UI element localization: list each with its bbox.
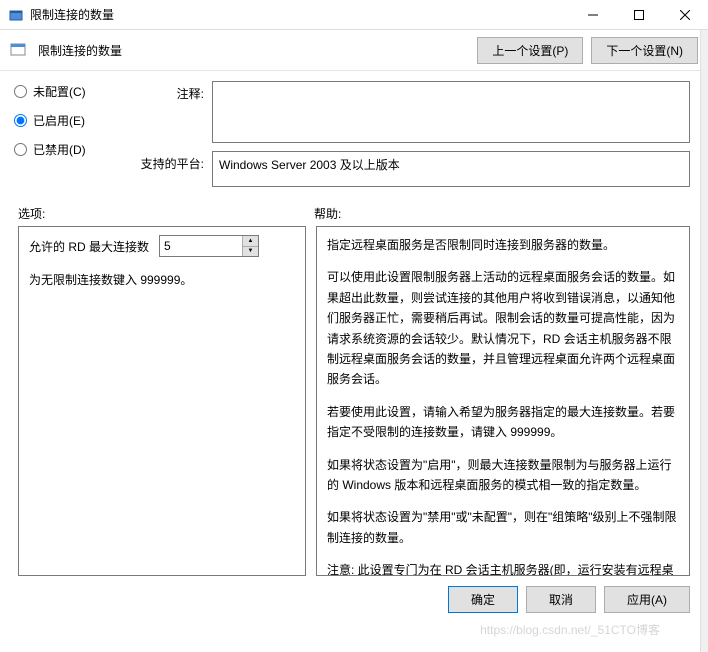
spinner-down-icon[interactable]: ▼ xyxy=(243,247,258,257)
radio-disabled[interactable]: 已禁用(D) xyxy=(14,141,124,158)
platform-value: Windows Server 2003 及以上版本 xyxy=(212,151,690,187)
options-label: 选项: xyxy=(18,205,314,222)
comment-label: 注释: xyxy=(132,81,204,102)
window-title: 限制连接的数量 xyxy=(30,6,570,23)
help-text: 指定远程桌面服务是否限制同时连接到服务器的数量。 xyxy=(327,235,679,255)
help-text: 若要使用此设置，请输入希望为服务器指定的最大连接数量。若要指定不受限制的连接数量… xyxy=(327,402,679,443)
footer: 确定 取消 应用(A) xyxy=(0,576,708,623)
max-connections-input[interactable] xyxy=(160,236,242,256)
help-text: 注意: 此设置专门为在 RD 会话主机服务器(即，运行安装有远程桌面会话主机角色… xyxy=(327,560,679,576)
prev-setting-button[interactable]: 上一个设置(P) xyxy=(477,37,583,64)
radio-disabled-input[interactable] xyxy=(14,143,27,156)
options-panel: 允许的 RD 最大连接数 ▲ ▼ 为无限制连接数键入 999999。 xyxy=(18,226,306,576)
app-icon xyxy=(8,7,24,23)
help-label: 帮助: xyxy=(314,205,341,222)
platform-label: 支持的平台: xyxy=(132,151,204,172)
max-connections-label: 允许的 RD 最大连接数 xyxy=(29,238,149,255)
help-text: 可以使用此设置限制服务器上活动的远程桌面服务会话的数量。如果超出此数量，则尝试连… xyxy=(327,267,679,389)
radio-not-configured[interactable]: 未配置(C) xyxy=(14,83,124,100)
cancel-button[interactable]: 取消 xyxy=(526,586,596,613)
radio-enabled[interactable]: 已启用(E) xyxy=(14,112,124,129)
unlimited-hint: 为无限制连接数键入 999999。 xyxy=(29,271,295,288)
next-setting-button[interactable]: 下一个设置(N) xyxy=(591,37,698,64)
maximize-button[interactable] xyxy=(616,0,662,29)
state-radio-group: 未配置(C) 已启用(E) 已禁用(D) xyxy=(14,81,124,187)
radio-not-configured-input[interactable] xyxy=(14,85,27,98)
header: 限制连接的数量 上一个设置(P) 下一个设置(N) xyxy=(0,30,708,70)
help-text: 如果将状态设置为"禁用"或"未配置"，则在"组策略"级别上不强制限制连接的数量。 xyxy=(327,507,679,548)
watermark: https://blog.csdn.net/_51CTO博客 xyxy=(480,621,660,638)
help-text: 如果将状态设置为"启用"，则最大连接数量限制为与服务器上运行的 Windows … xyxy=(327,455,679,496)
help-panel: 指定远程桌面服务是否限制同时连接到服务器的数量。 可以使用此设置限制服务器上活动… xyxy=(316,226,690,576)
apply-button[interactable]: 应用(A) xyxy=(604,586,690,613)
spinner-up-icon[interactable]: ▲ xyxy=(243,236,258,247)
policy-icon xyxy=(10,42,26,58)
comment-input[interactable] xyxy=(212,81,690,143)
radio-enabled-input[interactable] xyxy=(14,114,27,127)
close-button[interactable] xyxy=(662,0,708,29)
right-edge-decoration xyxy=(700,30,708,652)
minimize-button[interactable] xyxy=(570,0,616,29)
page-title: 限制连接的数量 xyxy=(38,42,122,59)
titlebar: 限制连接的数量 xyxy=(0,0,708,30)
max-connections-spinner[interactable]: ▲ ▼ xyxy=(159,235,259,257)
ok-button[interactable]: 确定 xyxy=(448,586,518,613)
